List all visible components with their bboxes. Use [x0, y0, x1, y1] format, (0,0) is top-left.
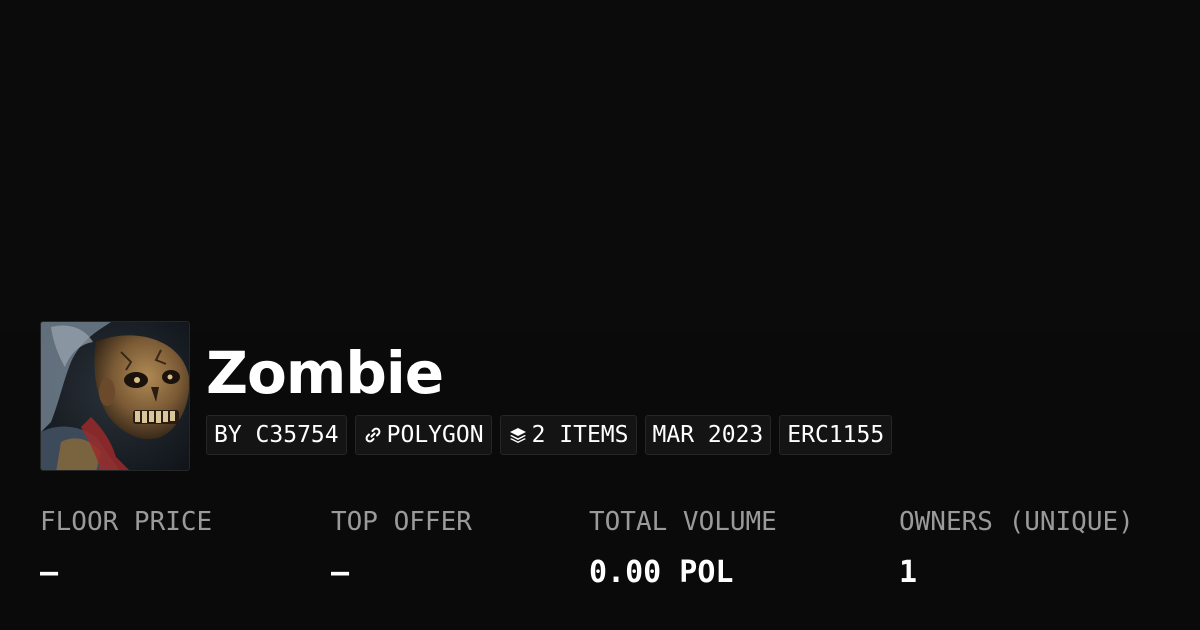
floor-price-stat: FLOOR PRICE –: [40, 505, 212, 593]
creator-tag[interactable]: BY C35754: [206, 415, 347, 455]
items-tag[interactable]: 2 ITEMS: [499, 415, 637, 455]
layers-icon: [508, 425, 528, 445]
chain-label: POLYGON: [386, 421, 484, 448]
date-label: MAR 2023: [652, 421, 764, 448]
collection-avatar[interactable]: [40, 321, 190, 471]
owners-label: OWNERS (UNIQUE): [899, 507, 1134, 537]
owners-stat: OWNERS (UNIQUE) 1: [899, 505, 1134, 593]
top-offer-value: –: [331, 555, 350, 590]
top-offer-stat: TOP OFFER –: [331, 505, 472, 593]
link-icon: [363, 425, 383, 445]
total-volume-stat: TOTAL VOLUME 0.00 POL: [589, 505, 777, 593]
total-volume-value: 0.00 POL: [589, 555, 734, 590]
top-offer-label: TOP OFFER: [331, 507, 472, 537]
collection-tags: BY C35754 POLYGON 2 ITEMS MAR 2023 ERC11…: [206, 415, 893, 455]
owners-value: 1: [899, 555, 918, 590]
total-volume-label: TOTAL VOLUME: [589, 507, 777, 537]
date-tag: MAR 2023: [644, 415, 772, 455]
standard-tag: ERC1155: [779, 415, 893, 455]
zombie-portrait-image: [41, 322, 189, 470]
floor-price-value: –: [40, 555, 59, 590]
standard-label: ERC1155: [787, 421, 885, 448]
floor-price-label: FLOOR PRICE: [40, 507, 213, 537]
items-label: 2 ITEMS: [531, 421, 629, 448]
collection-title: Zombie: [206, 339, 444, 407]
collection-banner: [0, 0, 1200, 330]
chain-tag[interactable]: POLYGON: [354, 415, 492, 455]
creator-label: BY C35754: [214, 421, 339, 448]
